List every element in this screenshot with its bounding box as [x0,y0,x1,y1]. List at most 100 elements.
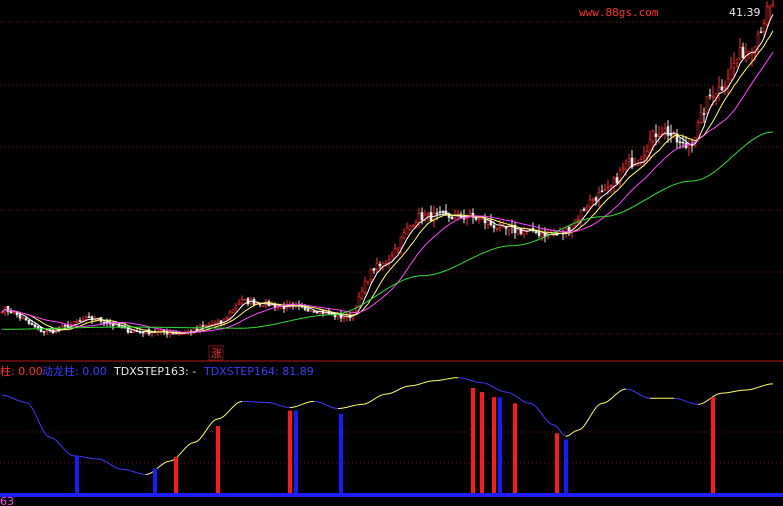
candle-body [585,206,589,210]
candle-body [756,33,760,47]
candle-body [582,208,586,211]
top-right-price: 41.39 [729,6,761,19]
signal-bar-blue [564,439,568,493]
candle-body [612,178,616,187]
candle-body [480,217,484,220]
candle-body [576,218,580,222]
oscillator-line-segment [166,460,171,463]
candle-body [768,4,772,9]
candle-body [24,317,28,321]
candle-body [420,212,424,221]
candle-body [741,46,745,59]
candle-body [18,314,22,319]
candle-body [522,230,526,235]
stock-chart: www.88gs.com 41.39 涨 柱: 0.00 动龙柱: 0.00 T… [0,0,783,506]
candle-body [507,226,511,231]
signal-bar-red [216,426,220,493]
candle-body [375,263,379,270]
candle-body [711,95,715,98]
candle-body [21,317,25,320]
oscillator-line-segment [676,398,681,400]
oscillator-baseline [0,493,783,497]
candle-body [642,155,646,159]
candle-body [651,131,655,142]
candle-body [759,31,763,34]
candle-body [597,191,601,200]
signal-bar-red [480,392,484,493]
candle-body [588,199,592,207]
candle-body [648,139,652,154]
candle-body [720,86,724,91]
oscillator-line-segment [622,388,627,391]
oscillator-line-segment [427,380,432,383]
candle-body [150,332,154,335]
candle-body [84,317,88,320]
candle-body [237,302,241,306]
candle-body [360,290,364,299]
candle-body [762,23,766,32]
candle-body [687,145,691,148]
signal-bar-red [492,397,496,493]
candle-body [234,305,238,310]
oscillator-line-segment [292,406,297,408]
candle-body [204,325,208,327]
oscillator-line-segment [352,404,357,407]
oscillator-line-segment [601,402,606,404]
candle-body [30,323,34,326]
candle-body [132,330,136,333]
candle-body [765,6,769,25]
candle-body [12,311,16,314]
candle-body [591,198,595,201]
candle-body [495,227,499,230]
oscillator-line-segment [124,469,129,471]
candle-body [516,228,520,235]
oscillator-line-segment [283,406,288,408]
candle-body [87,316,91,318]
candle-body [201,325,205,327]
signal-bar-blue [339,413,343,493]
candle-body [261,305,265,308]
candle-body [258,303,262,306]
candle-body [699,111,703,124]
oscillator-line-segment [412,384,417,387]
candle-body [195,328,199,331]
indicator-legend: 柱: 0.00 动龙柱: 0.00 TDXSTEP163: - TDXSTEP1… [0,364,314,378]
candle-body [78,320,82,322]
candle-body [363,281,367,293]
candle-body [678,141,682,144]
candle-body [354,308,358,312]
candle-body [738,47,742,59]
candle-body [369,269,373,280]
oscillator-line-segment [82,456,87,458]
oscillator-line-segment [139,473,144,475]
candle-body [42,331,46,333]
oscillator-line-segment [268,402,273,404]
candle-body [540,233,544,237]
candle-body [657,134,661,137]
candle-body [486,220,490,225]
candle-body [408,225,412,230]
candle-body [129,331,133,333]
candle-body [732,63,736,68]
candle-body [396,247,400,250]
oscillator-line-segment [691,402,696,405]
candle-body [378,263,382,267]
candle-body [399,236,403,249]
oscillator-line-segment [733,390,738,393]
candle-body [639,159,643,163]
candle-body [633,164,637,167]
candle-body [477,217,481,220]
candle-body [372,267,376,271]
candle-body [39,327,43,332]
bottom-left-label: 63 [0,495,14,506]
candle-body [405,227,409,235]
candle-body [621,167,625,170]
zhang-label: 涨 [211,347,222,360]
candle-body [723,86,727,89]
candle-body [594,197,598,201]
indicator-label-tdxstep163: TDXSTEP163: - [113,365,196,378]
candle-body [393,248,397,258]
candle-body [435,212,439,215]
candle-body [615,177,619,184]
candle-body [606,186,610,189]
